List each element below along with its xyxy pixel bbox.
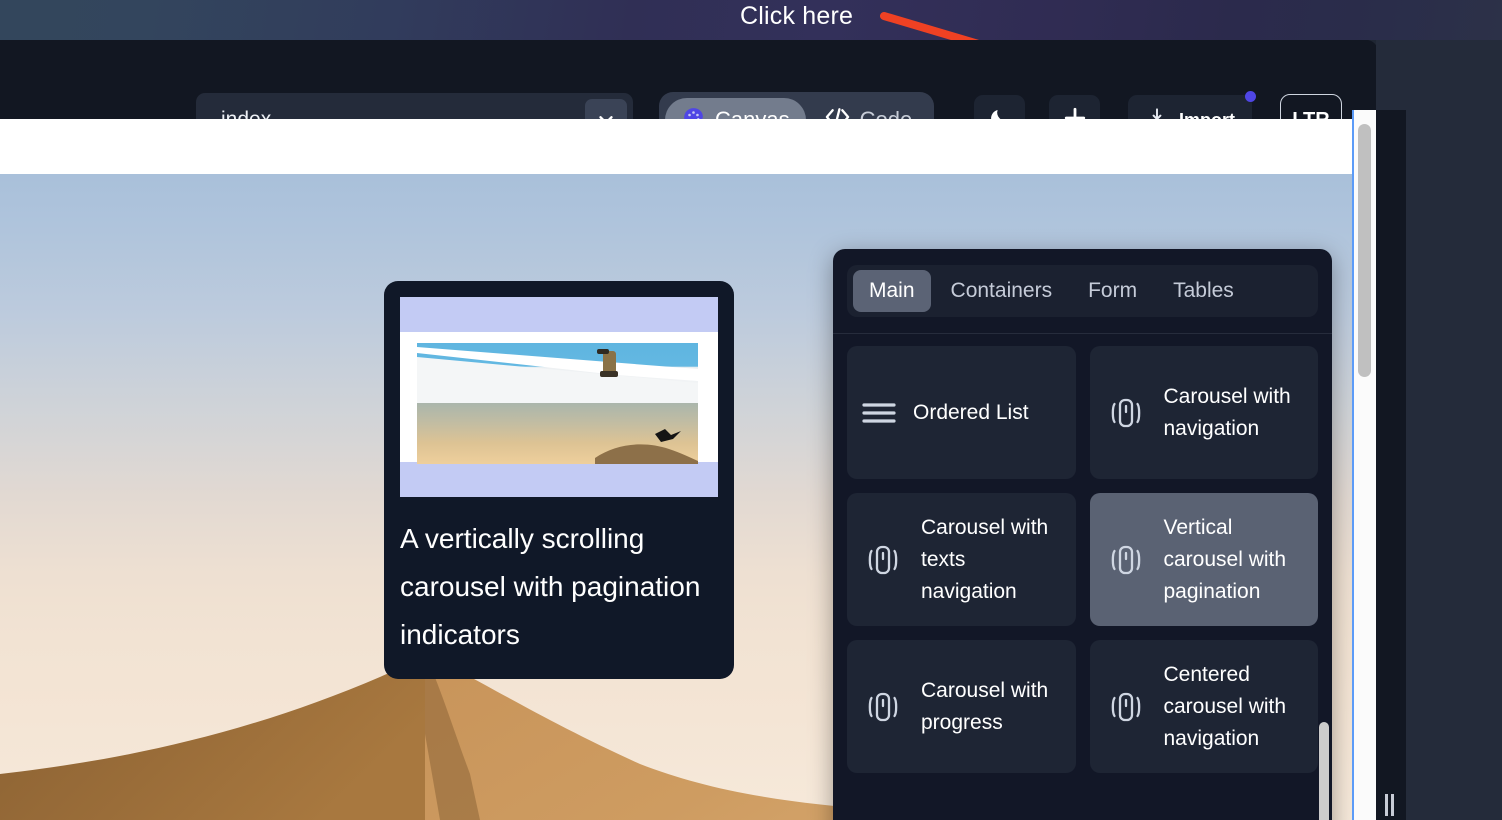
component-label: Ordered List — [913, 400, 1029, 424]
window-gutter — [1376, 110, 1406, 820]
preview-thumbnail — [400, 297, 718, 497]
component-label: Carousel with texts navigation — [921, 515, 1049, 603]
component-grid: Ordered List Carousel with navigation Ca… — [847, 346, 1318, 773]
component-card-carousel-with-progress[interactable]: Carousel with progress — [847, 640, 1076, 773]
import-badge-dot — [1245, 91, 1256, 102]
component-preview-card: A vertically scrolling carousel with pag… — [384, 281, 734, 679]
panel-tabbar: Main Containers Form Tables — [847, 265, 1318, 317]
page-scrollbar-thumb[interactable] — [1358, 124, 1371, 377]
tab-containers[interactable]: Containers — [935, 270, 1069, 312]
component-card-centered-carousel-with-navigation[interactable]: Centered carousel with navigation — [1089, 640, 1318, 773]
preview-band-bottom — [400, 462, 718, 497]
preview-slide-desert — [417, 403, 698, 464]
component-label: Carousel with navigation — [1163, 384, 1291, 440]
carousel-icon — [1104, 685, 1148, 729]
tab-tables[interactable]: Tables — [1157, 270, 1250, 312]
panel-header: Main Containers Form Tables — [833, 249, 1332, 334]
canvas-top-whitespace — [0, 119, 1356, 174]
app-window: index — [0, 40, 1378, 820]
component-label: Vertical carousel with pagination — [1163, 515, 1287, 603]
toolbar: index — [0, 40, 1378, 148]
panel-scrollbar-thumb[interactable] — [1319, 722, 1329, 820]
carousel-icon — [1104, 391, 1148, 435]
tab-form[interactable]: Form — [1072, 270, 1153, 312]
panel-body: Ordered List Carousel with navigation Ca… — [833, 334, 1332, 820]
list-icon — [861, 399, 897, 427]
canvas-area: A vertically scrolling carousel with pag… — [0, 119, 1378, 820]
click-here-annotation: Click here — [740, 2, 854, 30]
panel-resize-rule[interactable] — [1352, 110, 1354, 820]
panel-scrollbar[interactable] — [1319, 344, 1329, 820]
app-root: Click here index — [0, 0, 1502, 820]
component-label: Carousel with progress — [921, 678, 1049, 734]
carousel-icon — [1104, 538, 1148, 582]
component-card-vertical-carousel-with-pagination[interactable]: Vertical carousel with pagination — [1089, 493, 1318, 626]
preview-card-text: A vertically scrolling carousel with pag… — [400, 523, 701, 650]
component-card-carousel-with-navigation[interactable]: Carousel with navigation — [1089, 346, 1318, 479]
insert-components-panel: Main Containers Form Tables Ordered List… — [833, 249, 1332, 820]
component-card-ordered-list[interactable]: Ordered List — [847, 346, 1076, 479]
carousel-icon — [861, 685, 905, 729]
drag-handle-icon[interactable] — [1376, 793, 1402, 817]
carousel-icon — [861, 538, 905, 582]
preview-slides — [417, 343, 698, 464]
preview-band-top — [400, 297, 718, 332]
component-card-carousel-with-texts-navigation[interactable]: Carousel with texts navigation — [847, 493, 1076, 626]
preview-slide-snow — [417, 343, 698, 404]
component-label: Centered carousel with navigation — [1163, 662, 1287, 750]
tab-main[interactable]: Main — [853, 270, 931, 312]
